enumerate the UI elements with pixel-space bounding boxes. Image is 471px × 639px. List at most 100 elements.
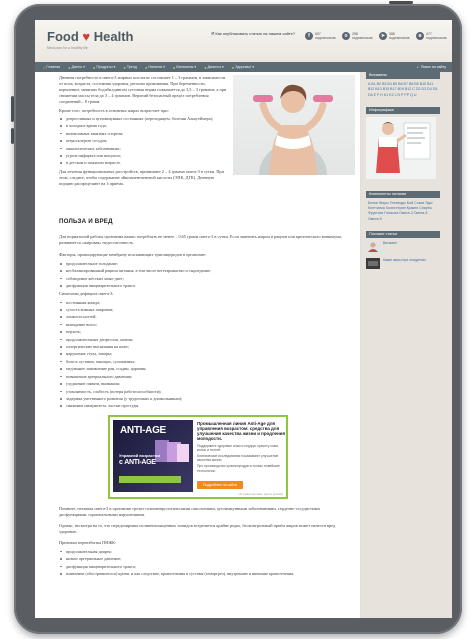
list-item: выпадение волос;: [59, 321, 346, 328]
list-item: постоянная жажда;: [59, 299, 346, 306]
symptoms-list: постоянная жажда; сухость кожных покрово…: [59, 299, 346, 410]
infographic-illustration: [376, 121, 431, 173]
tablet-top-button: [389, 1, 413, 4]
subscribe-link[interactable]: 🗎 Как опубликовать статью на нашем сайте…: [211, 31, 295, 38]
social-label: подписчиков: [426, 36, 447, 40]
logo-health: Health: [93, 29, 134, 44]
widget-vitamins-title: Витамины: [366, 72, 440, 79]
popular-thumbnail: [366, 258, 380, 270]
ad-block[interactable]: ANTI-AGE Управляй возрастом с ANTI-AGE П…: [108, 414, 288, 499]
nav-item-trend[interactable]: ● Тренд: [119, 65, 141, 70]
cross-icon: ●: [204, 64, 207, 70]
list-item: ломкость ногтей;: [59, 313, 346, 320]
list-item: продолжительная диарея;: [59, 548, 346, 555]
list-item: онкологических заболеваниях;: [59, 145, 227, 152]
popular-thumbnail: [366, 241, 380, 253]
list-item: задержка умственного развития (у трудоем…: [59, 395, 346, 402]
list-item: интенсивных занятиях спортом;: [59, 130, 227, 137]
tablet-power-button: [11, 128, 14, 144]
social-label: подписчиков: [315, 36, 336, 40]
list-item: утомляемость, слабость (потеря работоспо…: [59, 388, 346, 395]
article-content: Дневная потребность в омега-3 жирных кис…: [35, 72, 361, 618]
social-telegram[interactable]: ➤ 388 подписчиков: [379, 32, 410, 40]
document-icon: 🗎: [211, 31, 215, 36]
ad-body-1: Поддержите здоровье кожи и сердца, красо…: [197, 443, 279, 452]
facebook-icon: f: [305, 32, 313, 40]
ad-footer[interactable]: На правах рекламы, скрыть рекламу: [239, 493, 283, 496]
ad-banner-image[interactable]: ANTI-AGE Управляй возрастом с ANTI-AGE: [113, 419, 193, 492]
popular-item[interactable]: Какие жиры при похудении: [366, 258, 440, 270]
list-item: депрессивных и аутоиммунных состояниях (…: [59, 115, 227, 122]
nav-item-home[interactable]: ⌂ Главная: [39, 65, 64, 70]
list-item: продолжительное голодание;: [59, 260, 346, 267]
tablet-volume-button: [11, 96, 14, 122]
social-odnoklassniki[interactable]: о 258 подписчиков: [342, 32, 373, 40]
social-facebook[interactable]: f 657 подписчиков: [305, 32, 336, 40]
list-item: дисфункция пищеварительного тракта.: [59, 282, 346, 289]
nav-item-vitamins[interactable]: ● Витамины ▾: [169, 65, 200, 70]
list-item: медленное заживление ран, ссадин, царапи…: [59, 365, 346, 372]
nav-item-health[interactable]: ● Здоровье ▾: [228, 65, 258, 70]
popular-title: Какие жиры при похудении: [383, 258, 426, 263]
list-item: нарушение стула, запоры;: [59, 350, 346, 357]
intro-after: Для лечения функциональных расстройств, …: [59, 168, 224, 186]
ad-headline[interactable]: Промышленная линия Anti-Age для управлен…: [197, 421, 285, 442]
list-item: боли в суставах, мышцах, сухожилиях;: [59, 358, 346, 365]
social-label: подписчиков: [389, 36, 410, 40]
list-item: аллергические высыпания на коже;: [59, 343, 346, 350]
list-item: несбалансированный рацион питания, в том…: [59, 267, 346, 274]
infographic-image[interactable]: [366, 116, 436, 179]
popular-item[interactable]: Витамин: [366, 241, 440, 253]
site-logo[interactable]: Food ♥ Health: [47, 29, 133, 44]
list-item: соблюдение жёстких моно-диет;: [59, 275, 346, 282]
nav-item-drinks[interactable]: ● Напитки ▾: [141, 65, 169, 70]
cup-icon: ●: [144, 64, 148, 70]
article-intro: Дневная потребность в омега-3 жирных кис…: [59, 75, 227, 104]
apple-icon: ●: [68, 64, 71, 70]
list-item: продолжительные депрессии, апатия;: [59, 336, 346, 343]
list-item: сухость кожных покровов;: [59, 306, 346, 313]
tablet-frame: Food ♥ Health Meal plan for a healthy li…: [11, 1, 462, 634]
fitness-woman-illustration: [253, 84, 333, 207]
list-item: снижение иммунитета, частые простуды.: [59, 402, 346, 409]
factors-label: Факторы, провоцирующие мембрану всасываю…: [59, 252, 207, 257]
factors-list: продолжительное голодание; несбалансиров…: [59, 260, 346, 290]
search-icon: ⌕: [416, 65, 419, 69]
section-intro: Для нормальной работы организма важно по…: [59, 234, 342, 245]
intro-list-label: Кроме того, потребность в основных жирах…: [59, 108, 169, 113]
social-vk[interactable]: в 477 подписчиков: [416, 32, 447, 40]
list-item: в детском и пожилом возрасте.: [59, 159, 227, 166]
list-item: низкое артериальное давление;: [59, 555, 346, 562]
list-item: перхоть;: [59, 328, 346, 335]
home-icon: ⌂: [43, 64, 46, 70]
site-header: Food ♥ Health Meal plan for a healthy li…: [35, 20, 452, 62]
list-item: появление (обострившегося) крови, и как …: [59, 570, 346, 577]
widget-components-title: Компоненты питания: [366, 190, 440, 198]
ad-cta-button[interactable]: Подробнее на сайте: [197, 480, 244, 489]
after-ad-paragraph-1: Помните, нехватка омега-3 в организме гр…: [59, 505, 320, 517]
ad-banner-subtitle: Управляй возрастом: [119, 452, 161, 458]
list-item: дисфункция пищеварительного тракта;: [59, 563, 346, 570]
heart-icon: ●: [231, 64, 235, 70]
fitness-woman-image: [233, 75, 355, 207]
after-ad-paragraph-2: Однако, несмотря на то, что передозировк…: [59, 522, 336, 534]
list-item: в холодное время года;: [59, 122, 227, 129]
popular-title: Витамин: [383, 241, 397, 246]
telegram-icon: ➤: [379, 32, 387, 40]
nav-item-diagnosis[interactable]: ● Диагноз ▾: [200, 65, 228, 70]
intro-list: депрессивных и аутоиммунных состояниях (…: [59, 115, 227, 167]
section-heading: ПОЛЬЗА И ВРЕД: [59, 218, 113, 225]
sidebar: Витамины A B1 B2 B3 B4 B5 B6 B7 B8 B9 B1…: [366, 72, 440, 275]
list-item: ухудшение памяти, внимания;: [59, 380, 346, 387]
basket-icon: ●: [92, 64, 96, 70]
ad-banner-subtitle-2: с ANTI-AGE: [119, 458, 156, 466]
nav-search[interactable]: ⌕ Поиск по сайту: [417, 65, 446, 69]
tablet-screen: Food ♥ Health Meal plan for a healthy li…: [35, 20, 452, 618]
components-links[interactable]: Белки Жиры Углеводы Бой Соков Яды Клетча…: [366, 201, 440, 222]
list-item: повышение артериального давления;: [59, 373, 346, 380]
nav-item-products[interactable]: ● Продукты ▾: [89, 65, 119, 70]
vitamins-links[interactable]: A B1 B2 B3 B4 B5 B6 B7 B8 B9 B10 B11 B12…: [366, 82, 440, 98]
heart-icon: ♥: [82, 29, 91, 44]
nav-item-diets[interactable]: ● Диеты ▾: [64, 65, 89, 70]
odnoklassniki-icon: о: [342, 32, 350, 40]
